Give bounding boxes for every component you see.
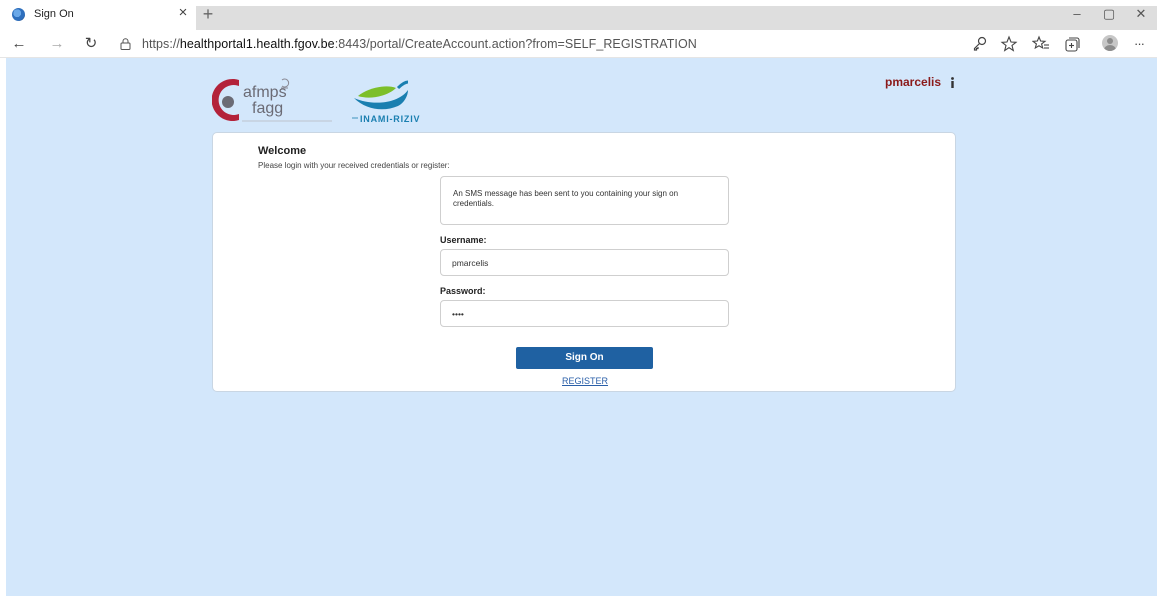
- favorites-icon[interactable]: [1032, 35, 1050, 53]
- register-link[interactable]: REGISTER: [562, 376, 608, 386]
- login-instructions: Please login with your received credenti…: [258, 161, 450, 170]
- password-label: Password:: [440, 286, 486, 296]
- password-input[interactable]: [440, 300, 729, 327]
- site-favicon-icon: [12, 8, 25, 21]
- login-card: Welcome Please login with your received …: [212, 132, 956, 392]
- url-host: healthportal1.health.fgov.be: [179, 37, 335, 51]
- address-bar[interactable]: https://healthportal1.health.fgov.be:844…: [114, 33, 964, 55]
- afmps-logo-text-1: afmps: [243, 84, 287, 101]
- browser-toolbar: ← → ↻ https://healthportal1.health.fgov.…: [0, 30, 1157, 58]
- back-button[interactable]: ←: [8, 34, 30, 54]
- collections-icon[interactable]: [1063, 35, 1081, 53]
- read-aloud-icon[interactable]: [1000, 35, 1018, 53]
- refresh-button[interactable]: ↻: [80, 34, 102, 54]
- tab-strip-background: [196, 6, 1157, 30]
- key-icon[interactable]: [971, 35, 989, 53]
- inami-riziv-logo: INAMI-RIZIV: [352, 80, 420, 124]
- page-title: Welcome: [258, 145, 307, 157]
- username-label: Username:: [440, 235, 487, 245]
- lock-icon: [120, 38, 131, 50]
- sms-info-message: An SMS message has been sent to you cont…: [440, 176, 729, 225]
- browser-tab-bar: Sign On × + – ▢ ✕: [0, 0, 1157, 30]
- tab-title: Sign On: [34, 8, 74, 20]
- user-name-link[interactable]: pmarcelis: [885, 75, 941, 89]
- forward-button[interactable]: →: [46, 34, 68, 54]
- username-input[interactable]: [440, 249, 729, 276]
- sign-on-button[interactable]: Sign On: [516, 347, 653, 369]
- afmps-logo-text-2: fagg: [252, 100, 283, 117]
- afmps-fagg-logo: afmps fagg: [212, 78, 332, 122]
- url-text: https://healthportal1.health.fgov.be:844…: [142, 37, 697, 51]
- tab-close-icon[interactable]: ×: [174, 4, 192, 22]
- inami-logo-text: INAMI-RIZIV: [360, 114, 420, 124]
- browser-tab[interactable]: Sign On ×: [0, 0, 190, 30]
- more-icon[interactable]: ···: [1130, 35, 1148, 53]
- new-tab-button[interactable]: +: [197, 3, 219, 25]
- window-close-button[interactable]: ✕: [1122, 2, 1157, 26]
- info-icon[interactable]: [950, 77, 955, 88]
- profile-icon[interactable]: [1102, 35, 1118, 51]
- url-path: :8443/portal/CreateAccount.action?from=S…: [334, 37, 697, 51]
- url-scheme: https://: [142, 37, 180, 51]
